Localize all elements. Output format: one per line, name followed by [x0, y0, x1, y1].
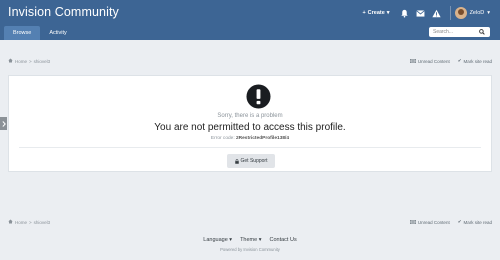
home-icon: [8, 58, 13, 64]
header-user-bar: + Create ▾ ZeloD ▾: [362, 0, 500, 26]
error-code: Error code: 2RestrictedProfile138/4: [9, 136, 491, 141]
create-menu[interactable]: + Create ▾: [362, 10, 389, 16]
breadcrumb-home[interactable]: Home: [15, 59, 27, 64]
warning-icon[interactable]: [431, 9, 441, 18]
error-panel: Sorry, there is a problem You are not pe…: [8, 75, 492, 172]
footer-links: Language ▾ Theme ▾ Contact Us: [0, 237, 500, 243]
checkmark-icon: ✔: [457, 58, 462, 63]
site-header: Invision Community + Create ▾ ZeloD ▾ Br…: [0, 0, 500, 40]
caret-down-icon: ▾: [258, 237, 262, 243]
get-support-button[interactable]: Get Support: [227, 154, 275, 168]
breadcrumb-current[interactable]: shiovel3: [34, 220, 51, 225]
breadcrumb-separator: >: [29, 219, 32, 225]
notifications-bell-icon[interactable]: [400, 9, 409, 18]
nav-tabs: Browse Activity: [4, 26, 76, 40]
search-box: [429, 27, 490, 37]
side-panel-toggle[interactable]: [0, 117, 7, 130]
unread-content-link[interactable]: Unread Content: [409, 219, 450, 225]
chevron-right-icon: [1, 120, 6, 127]
breadcrumb: Home > shiovel3: [8, 58, 50, 64]
site-logo[interactable]: Invision Community: [8, 5, 119, 19]
unread-label: Unread Content: [417, 58, 450, 64]
error-message: You are not permitted to access this pro…: [154, 122, 346, 133]
error-code-label: Error code:: [210, 136, 235, 141]
page-actions: Unread Content ✔ Mark site read: [409, 58, 492, 64]
header-divider: [449, 6, 451, 20]
page-actions-bottom: Unread Content ✔ Mark site read: [409, 219, 492, 225]
language-menu[interactable]: Language ▾: [203, 237, 232, 243]
tab-activity[interactable]: Activity: [40, 26, 75, 40]
plus-icon: +: [362, 10, 366, 16]
mark-site-read-link[interactable]: ✔ Mark site read: [458, 219, 492, 225]
checkmark-icon: ✔: [457, 219, 462, 224]
caret-down-icon: ▾: [229, 237, 233, 243]
mark-site-read-link[interactable]: ✔ Mark site read: [458, 58, 492, 64]
contact-us-link[interactable]: Contact Us: [269, 237, 296, 243]
error-code-value: 2RestrictedProfile138/4: [236, 136, 290, 141]
search-input[interactable]: [429, 29, 479, 35]
unread-icon: [409, 220, 416, 224]
language-label: Language: [203, 237, 228, 243]
mark-read-label: Mark site read: [463, 58, 492, 64]
unread-content-link[interactable]: Unread Content: [409, 58, 450, 64]
tab-browse[interactable]: Browse: [4, 26, 41, 40]
create-label: Create: [367, 10, 385, 16]
breadcrumb-current[interactable]: shiovel3: [34, 59, 51, 64]
theme-menu[interactable]: Theme ▾: [240, 237, 261, 243]
get-support-label: Get Support: [240, 158, 268, 164]
exclamation-circle-icon: [246, 84, 271, 109]
mark-read-label: Mark site read: [463, 219, 492, 225]
avatar: [454, 7, 467, 19]
breadcrumb-bottom: Home > shiovel3: [8, 219, 50, 225]
caret-down-icon: ▾: [487, 10, 490, 16]
messages-envelope-icon[interactable]: [415, 9, 425, 18]
unread-label: Unread Content: [417, 219, 450, 225]
breadcrumb-home[interactable]: Home: [15, 220, 27, 225]
lock-icon: [234, 158, 239, 164]
divider: [19, 147, 481, 148]
caret-down-icon: ▾: [386, 10, 390, 16]
user-menu[interactable]: ZeloD ▾: [454, 7, 490, 19]
theme-label: Theme: [240, 237, 258, 243]
breadcrumb-separator: >: [29, 58, 32, 64]
search-icon[interactable]: [479, 29, 485, 35]
home-icon: [8, 219, 13, 225]
powered-by[interactable]: Powered by Invision Community: [0, 247, 500, 252]
unread-icon: [409, 59, 416, 63]
error-title: Sorry, there is a problem: [217, 113, 283, 119]
user-name: ZeloD: [469, 10, 485, 16]
